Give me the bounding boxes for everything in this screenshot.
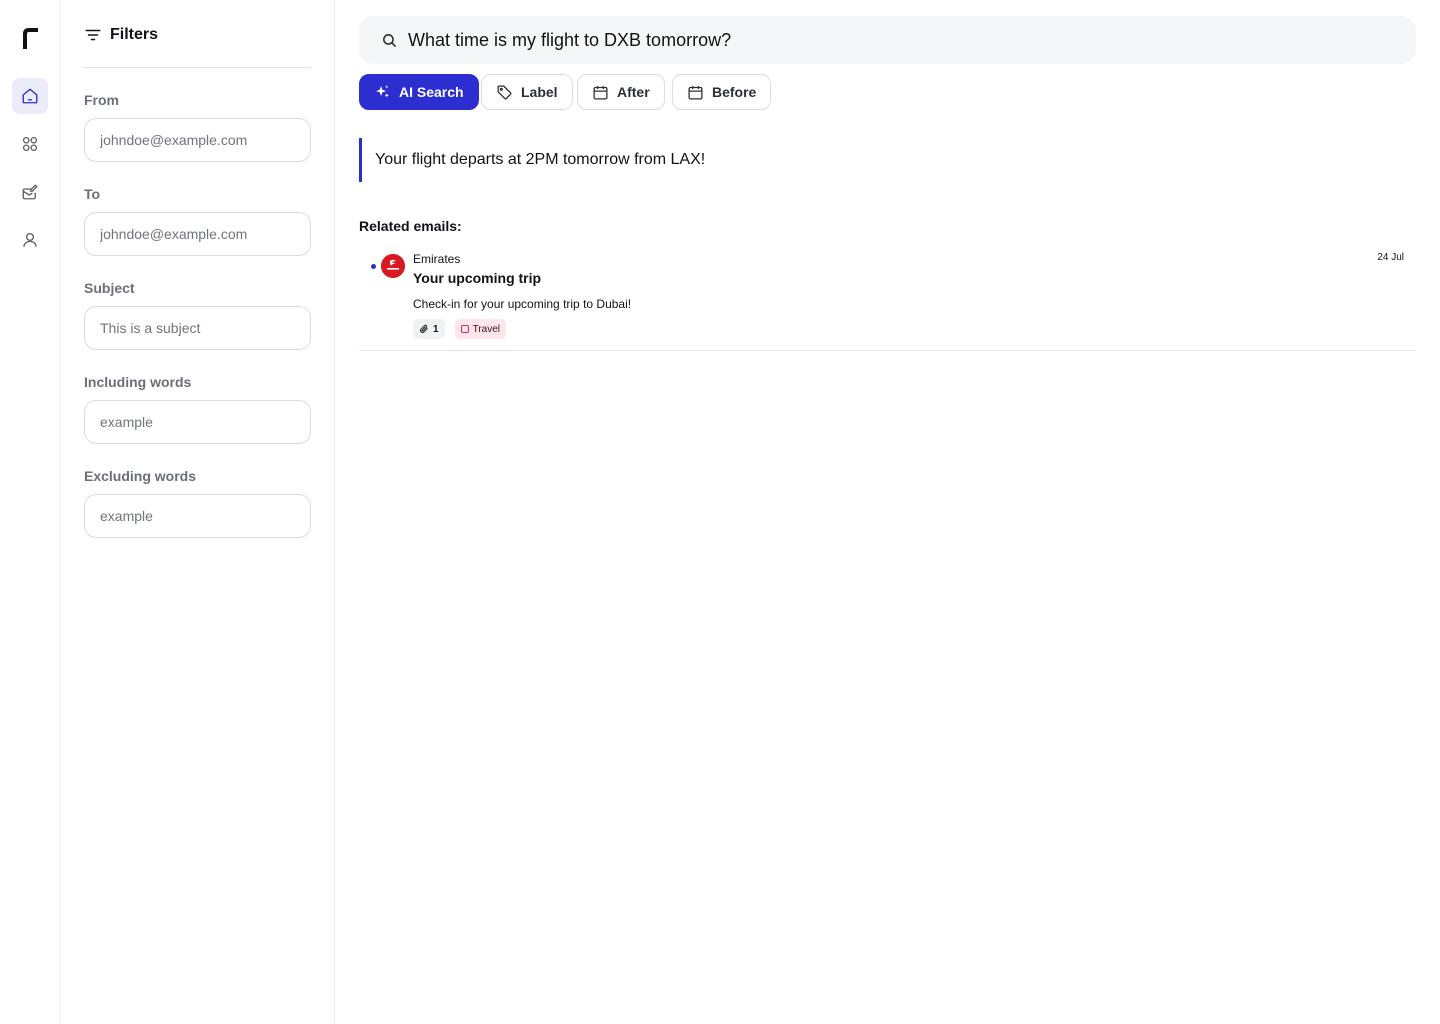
- label-square-icon: [460, 325, 469, 333]
- email-date: 24 Jul: [1377, 252, 1404, 263]
- attachment-count: 1: [433, 323, 439, 335]
- email-list-item[interactable]: Emirates Your upcoming trip Check-in for…: [359, 246, 1416, 351]
- label-filter-button[interactable]: Label: [481, 74, 573, 110]
- label-badge-text: Travel: [472, 323, 500, 335]
- home-icon: [22, 88, 38, 104]
- emirates-logo-icon: [381, 254, 405, 278]
- search-icon: [383, 33, 396, 47]
- sparkles-icon: [376, 84, 389, 97]
- to-label: To: [84, 186, 101, 202]
- sender-avatar: [381, 254, 405, 278]
- apps-grid-icon: [22, 136, 38, 152]
- after-date-button[interactable]: After: [577, 74, 665, 110]
- calendar-icon: [593, 85, 608, 100]
- including-words-label: Including words: [84, 374, 192, 390]
- label-filter-label: Label: [521, 84, 558, 100]
- filters-panel: Filters From To Subject Including words …: [61, 0, 335, 1024]
- related-emails-heading: Related emails:: [359, 218, 462, 234]
- nav-apps-button[interactable]: [12, 126, 48, 162]
- excluding-words-field[interactable]: [84, 494, 311, 538]
- ai-search-button[interactable]: AI Search: [359, 74, 479, 110]
- nav-profile-button[interactable]: [12, 222, 48, 258]
- attachment-badge: 1: [413, 319, 445, 339]
- filters-header: Filters: [84, 26, 158, 44]
- search-input[interactable]: [408, 29, 1368, 51]
- unread-indicator: [371, 264, 376, 269]
- including-words-field[interactable]: [84, 400, 311, 444]
- icon-rail: [0, 0, 60, 1024]
- subject-label: Subject: [84, 280, 135, 296]
- after-date-label: After: [617, 84, 650, 100]
- tag-icon: [497, 84, 512, 99]
- filters-title: Filters: [110, 26, 159, 43]
- email-subject: Your upcoming trip: [413, 270, 542, 286]
- from-field[interactable]: [84, 118, 311, 162]
- email-sender: Emirates: [413, 252, 461, 266]
- ai-answer: Your flight departs at 2PM tomorrow from…: [359, 138, 705, 182]
- excluding-words-label: Excluding words: [84, 468, 197, 484]
- email-tags: 1 Travel: [413, 319, 506, 339]
- filter-icon: [85, 29, 101, 41]
- email-snippet: Check-in for your upcoming trip to Dubai…: [413, 297, 632, 311]
- label-badge-travel[interactable]: Travel: [454, 319, 506, 339]
- ai-search-label: AI Search: [399, 84, 464, 100]
- divider: [84, 67, 311, 68]
- nav-home-button[interactable]: [12, 78, 48, 114]
- to-field[interactable]: [84, 212, 311, 256]
- calendar-icon: [688, 85, 703, 100]
- before-date-button[interactable]: Before: [672, 74, 772, 110]
- compose-icon: [22, 184, 38, 200]
- before-date-label: Before: [712, 84, 757, 100]
- user-icon: [23, 232, 37, 247]
- subject-field[interactable]: [84, 306, 311, 350]
- paperclip-icon: [419, 324, 428, 334]
- brand-logo-icon[interactable]: [22, 27, 38, 49]
- from-label: From: [84, 92, 119, 108]
- nav-compose-button[interactable]: [12, 174, 48, 210]
- search-bar[interactable]: [359, 16, 1416, 64]
